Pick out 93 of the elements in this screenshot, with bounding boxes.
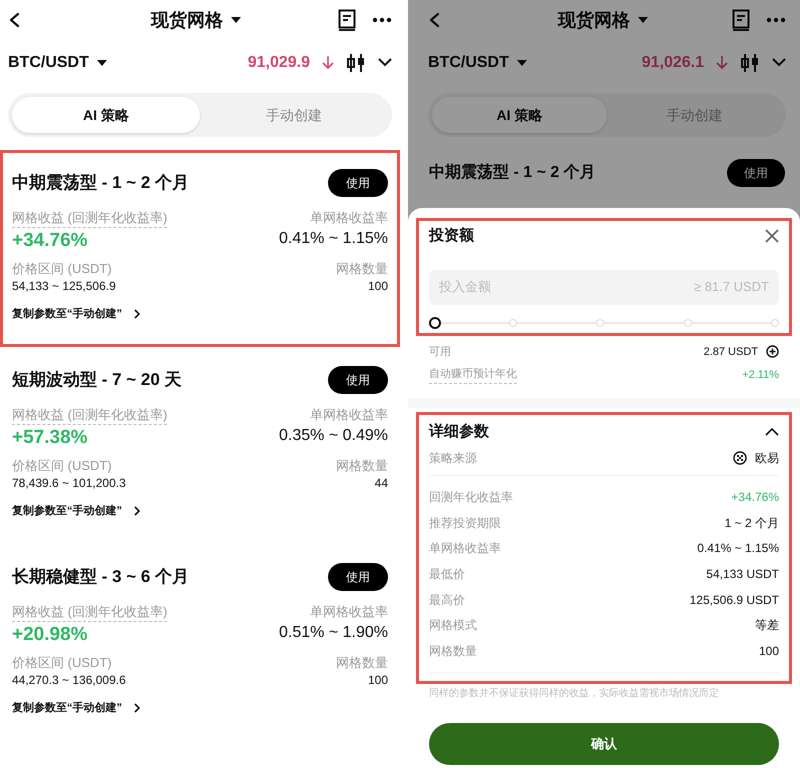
pair-symbol[interactable]: BTC/USDT bbox=[428, 50, 509, 74]
chevron-down-icon[interactable] bbox=[378, 58, 392, 67]
strategy-title: 长期稳健型 - 3 ~ 6 个月 bbox=[12, 566, 190, 588]
use-button[interactable]: 使用 bbox=[328, 563, 388, 591]
back-icon[interactable] bbox=[8, 12, 22, 28]
count-value: 44 bbox=[374, 475, 388, 491]
param-value: 欧易 bbox=[755, 450, 779, 467]
price-text: 91,026.1 bbox=[642, 52, 704, 72]
param-value: 54,133 USDT bbox=[706, 566, 779, 583]
range-label: 价格区间 (USDT) bbox=[12, 457, 112, 475]
close-icon[interactable] bbox=[765, 229, 779, 244]
copy-params-link[interactable]: 复制参数至“手动创建” bbox=[12, 700, 122, 716]
range-label: 价格区间 (USDT) bbox=[12, 260, 112, 278]
minimum-hint: ≥ 81.7 USDT bbox=[694, 278, 769, 296]
param-value: 0.41% ~ 1.15% bbox=[697, 540, 779, 558]
count-value: 100 bbox=[368, 672, 388, 688]
param-label: 推荐投资期限 bbox=[429, 514, 501, 532]
yield-label: 网格收益 (回测年化收益率) bbox=[12, 209, 168, 228]
chevron-up-icon[interactable] bbox=[765, 427, 779, 436]
range-value: 78,439.6 ~ 101,200.3 bbox=[12, 475, 126, 491]
segment-tab[interactable]: AI 策略 bbox=[12, 97, 200, 133]
use-button[interactable]: 使用 bbox=[328, 169, 388, 197]
auto-earn-label: 自动赚币预计年化 bbox=[429, 366, 517, 384]
segment-tab[interactable]: AI 策略 bbox=[432, 97, 607, 133]
disclaimer-text: 同样的参数并不保证获得同样的收益，实际收益需视市场情况而定 bbox=[429, 686, 720, 701]
count-label: 网格数量 bbox=[336, 260, 388, 278]
available-value: 2.87 USDT bbox=[704, 344, 758, 360]
range-label: 价格区间 (USDT) bbox=[12, 654, 112, 672]
per-grid-value: 0.51% ~ 1.90% bbox=[279, 623, 388, 643]
confirm-button[interactable]: 确认 bbox=[429, 722, 779, 765]
price-text: 91,029.9 bbox=[248, 52, 310, 72]
param-value: +34.76% bbox=[731, 488, 779, 506]
auto-earn-value: +2.11% bbox=[742, 368, 779, 382]
param-value: 125,506.9 USDT bbox=[690, 592, 779, 609]
caret-icon[interactable] bbox=[231, 17, 241, 23]
param-value: 1 ~ 2 个月 bbox=[724, 514, 779, 532]
chevron-right-icon[interactable] bbox=[134, 309, 141, 320]
pair-symbol[interactable]: BTC/USDT bbox=[8, 50, 89, 74]
param-label: 最高价 bbox=[429, 592, 465, 609]
param-value: 100 bbox=[758, 642, 779, 660]
document-icon[interactable] bbox=[338, 9, 356, 31]
param-label: 最低价 bbox=[429, 566, 465, 583]
strategy-title: 中期震荡型 - 1 ~ 2 个月 bbox=[429, 162, 596, 183]
candlestick-icon[interactable] bbox=[346, 52, 366, 72]
candlestick-icon[interactable] bbox=[740, 52, 760, 72]
param-value: 等差 bbox=[755, 617, 779, 634]
count-value: 100 bbox=[368, 278, 388, 294]
strategy-title: 短期波动型 - 7 ~ 20 天 bbox=[12, 369, 182, 392]
sheet-title: 投资额 bbox=[429, 226, 474, 246]
document-icon[interactable] bbox=[732, 9, 750, 31]
count-label: 网格数量 bbox=[336, 654, 388, 672]
param-label: 网格模式 bbox=[429, 617, 477, 634]
down-arrow-icon bbox=[716, 55, 728, 70]
chevron-right-icon[interactable] bbox=[134, 506, 141, 516]
per-grid-label: 单网格收益率 bbox=[310, 209, 388, 227]
yield-value: +34.76% bbox=[12, 229, 88, 253]
per-grid-label: 单网格收益率 bbox=[310, 406, 388, 424]
use-button[interactable]: 使用 bbox=[328, 366, 388, 394]
param-label: 策略来源 bbox=[429, 450, 477, 467]
per-grid-value: 0.35% ~ 0.49% bbox=[279, 426, 388, 446]
section-title: 详细参数 bbox=[429, 422, 489, 442]
available-label: 可用 bbox=[429, 344, 451, 360]
chevron-right-icon[interactable] bbox=[134, 703, 141, 714]
strategy-title: 中期震荡型 - 1 ~ 2 个月 bbox=[12, 172, 190, 194]
checker-logo-icon bbox=[733, 451, 747, 465]
caret-icon[interactable] bbox=[96, 60, 107, 66]
copy-params-link[interactable]: 复制参数至“手动创建” bbox=[12, 306, 122, 322]
page-title[interactable]: 现货网格 bbox=[558, 6, 630, 34]
copy-params-link[interactable]: 复制参数至“手动创建” bbox=[12, 503, 122, 520]
amount-input-field[interactable]: 投入金额 bbox=[439, 277, 589, 297]
slider-thumb[interactable] bbox=[429, 316, 441, 328]
yield-value: +20.98% bbox=[12, 623, 88, 647]
back-icon[interactable] bbox=[428, 12, 442, 28]
caret-icon[interactable] bbox=[516, 60, 527, 66]
more-icon[interactable] bbox=[372, 17, 392, 23]
caret-icon[interactable] bbox=[638, 17, 648, 23]
add-icon[interactable] bbox=[766, 345, 779, 358]
per-grid-value: 0.41% ~ 1.15% bbox=[279, 229, 388, 249]
range-value: 44,270.3 ~ 136,009.6 bbox=[12, 672, 126, 688]
yield-label: 网格收益 (回测年化收益率) bbox=[12, 406, 168, 425]
down-arrow-icon bbox=[322, 55, 334, 70]
param-label: 网格数量 bbox=[429, 642, 477, 660]
per-grid-label: 单网格收益率 bbox=[310, 603, 388, 621]
param-label: 回测年化收益率 bbox=[429, 488, 513, 506]
range-value: 54,133 ~ 125,506.9 bbox=[12, 278, 116, 294]
yield-label: 网格收益 (回测年化收益率) bbox=[12, 603, 168, 622]
chevron-down-icon[interactable] bbox=[772, 58, 786, 67]
use-button[interactable]: 使用 bbox=[727, 159, 785, 187]
yield-value: +57.38% bbox=[12, 426, 88, 450]
more-icon[interactable] bbox=[766, 17, 786, 23]
page-title[interactable]: 现货网格 bbox=[151, 6, 223, 34]
param-label: 单网格收益率 bbox=[429, 540, 501, 558]
count-label: 网格数量 bbox=[336, 457, 388, 475]
